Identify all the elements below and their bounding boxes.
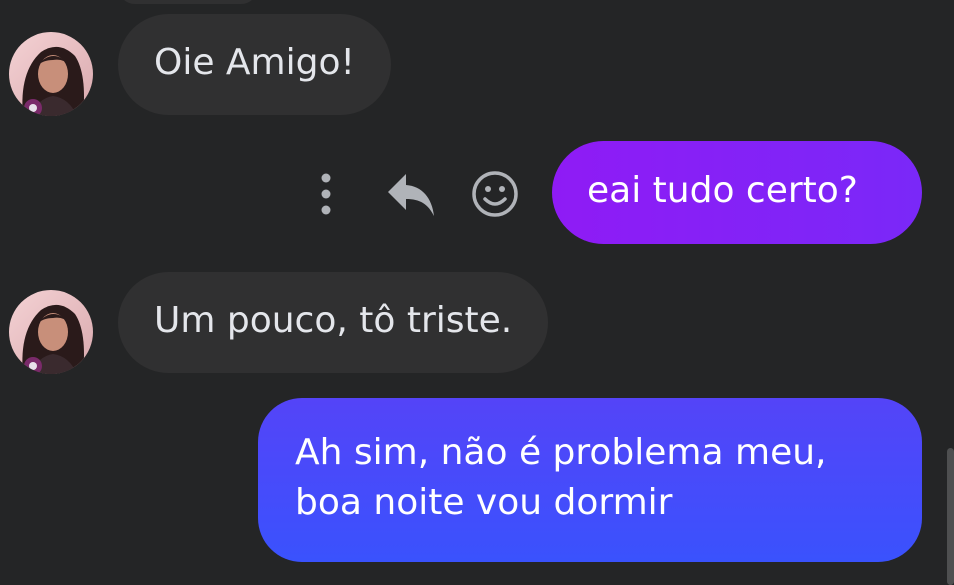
message-bubble-incoming[interactable]: Um pouco, tô triste. [118, 272, 549, 373]
message-actions [308, 164, 532, 224]
message-bubble-outgoing[interactable]: Ah sim, não é problema meu, boa noite vo… [258, 398, 922, 562]
message-bubble-incoming[interactable]: Oie Amigo! [118, 14, 391, 115]
more-options-icon[interactable] [308, 164, 344, 224]
contact-avatar[interactable] [9, 290, 93, 374]
contact-avatar[interactable] [9, 32, 93, 116]
message-text: Oie Amigo! [154, 42, 355, 83]
message-text: Um pouco, tô triste. [154, 300, 513, 341]
message-text: eai tudo certo? [587, 170, 858, 211]
message-text: Ah sim, não é problema meu, boa noite vo… [295, 432, 827, 523]
scrollbar[interactable] [947, 448, 954, 585]
previous-message-bubble [118, 0, 258, 4]
contact-avatar-image [9, 32, 93, 116]
contact-avatar-image [9, 290, 93, 374]
message-bubble-outgoing[interactable]: eai tudo certo? [552, 141, 922, 244]
react-emoji-icon[interactable] [468, 164, 522, 224]
chat-conversation: Oie Amigo! eai tudo certo? Um pouco, tô … [0, 0, 954, 585]
reply-icon[interactable] [384, 164, 438, 224]
